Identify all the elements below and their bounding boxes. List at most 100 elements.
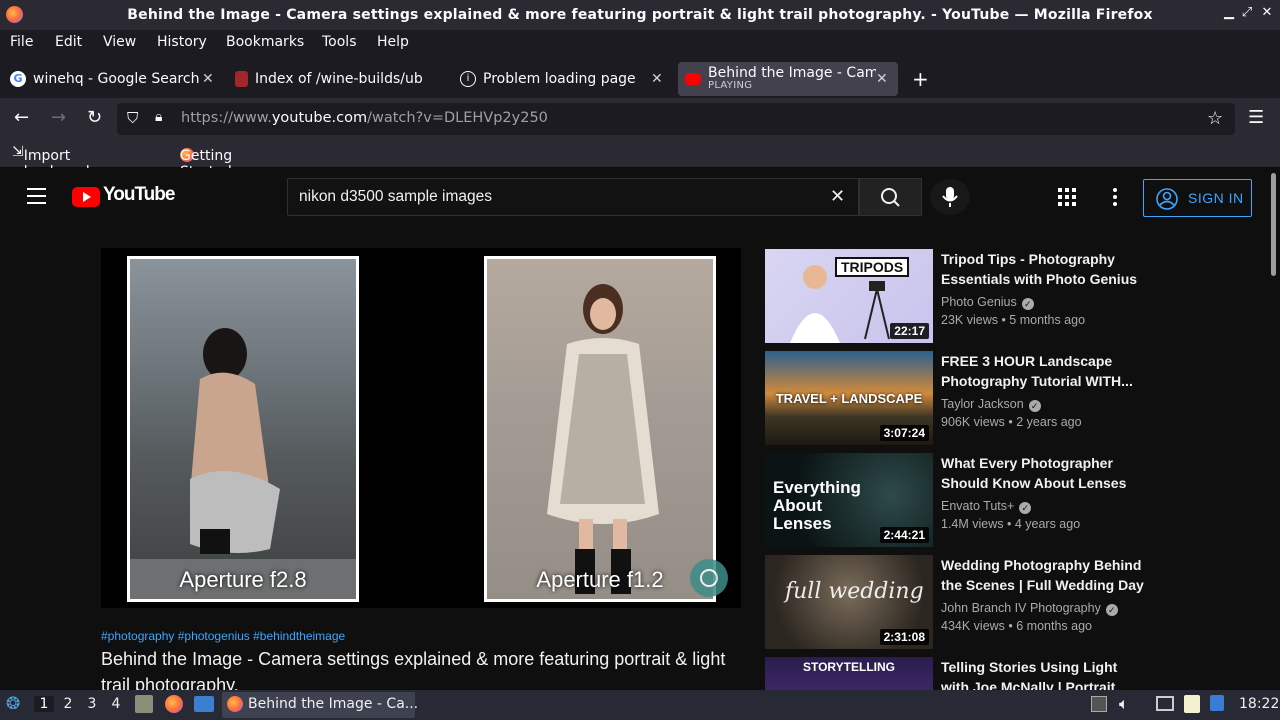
desktop-icon[interactable]: [194, 696, 214, 712]
sign-in-button[interactable]: SIGN IN: [1143, 179, 1252, 217]
workspace-3[interactable]: 3: [82, 696, 102, 712]
video-thumbnail[interactable]: full wedding 2:31:08: [765, 555, 933, 649]
file-manager-icon[interactable]: [135, 695, 153, 713]
more-options-icon[interactable]: [1112, 188, 1118, 206]
menu-help[interactable]: Help: [377, 34, 409, 50]
taskbar-window-label: Behind the Image - Ca...: [248, 696, 419, 712]
menu-file[interactable]: File: [10, 34, 33, 50]
video-duration: 22:17: [890, 323, 929, 339]
tab-wine-builds[interactable]: Index of /wine-builds/ubu: [235, 62, 445, 96]
menu-tools[interactable]: Tools: [322, 34, 357, 50]
bookmark-import[interactable]: ⇲ Import bookmarks...: [12, 144, 115, 180]
shield-icon[interactable]: ⛉: [127, 109, 138, 127]
recommendation-meta: 434K views • 6 months ago: [941, 619, 1092, 633]
recommendation-title[interactable]: Wedding Photography Behind the Scenes | …: [941, 555, 1145, 595]
recommendation-item[interactable]: Everything About Lenses 2:44:21 What Eve…: [765, 453, 1145, 547]
back-icon[interactable]: ←: [14, 107, 29, 128]
tab-problem-loading[interactable]: i Problem loading page ✕: [460, 62, 670, 96]
tab-label: winehq - Google Search: [33, 71, 200, 87]
youtube-logo-icon[interactable]: [72, 187, 100, 207]
workspace-4[interactable]: 4: [106, 696, 126, 712]
minimize-icon[interactable]: ▁: [1219, 5, 1239, 20]
hamburger-menu-icon[interactable]: [27, 188, 46, 204]
photo-right: Aperture f1.2: [484, 256, 716, 602]
workspace-1[interactable]: 1: [34, 696, 54, 712]
verified-icon: ✓: [1021, 298, 1034, 310]
display-icon[interactable]: [1156, 696, 1174, 711]
search-button[interactable]: [859, 178, 922, 216]
restore-icon[interactable]: ⤢: [1237, 5, 1257, 20]
tray-clipboard-icon[interactable]: [1091, 696, 1107, 712]
window-title: Behind the Image - Camera settings expla…: [127, 7, 1153, 23]
video-player[interactable]: Aperture f2.8 Aperture f1.2: [101, 248, 741, 608]
bookmark-star-icon[interactable]: ☆: [1207, 108, 1223, 129]
menu-edit[interactable]: Edit: [55, 34, 82, 50]
video-thumbnail[interactable]: STORYTELLING: [765, 657, 933, 690]
recommendation-item[interactable]: STORYTELLING Telling Stories Using Light…: [765, 657, 1145, 690]
search-input[interactable]: nikon d3500 sample images ✕: [287, 178, 859, 216]
close-tab-icon[interactable]: ✕: [651, 71, 663, 87]
page-scrollbar[interactable]: [1268, 168, 1280, 690]
youtube-icon: [685, 73, 701, 85]
thumbnail-text: full wedding: [785, 579, 924, 604]
search-icon: [881, 188, 900, 207]
recommendation-channel[interactable]: John Branch IV Photography ✓: [941, 601, 1118, 616]
microphone-icon: [942, 187, 958, 207]
video-thumbnail[interactable]: TRIPODS 22:17: [765, 249, 933, 343]
right-photo-caption: Aperture f1.2: [536, 567, 664, 592]
address-bar[interactable]: ⛉ 🔒︎ https://www.youtube.com/watch?v=DLE…: [117, 103, 1235, 135]
url-text: https://www.youtube.com/watch?v=DLEHVp2y…: [181, 110, 548, 126]
video-thumbnail[interactable]: Everything About Lenses 2:44:21: [765, 453, 933, 547]
tab-winehq[interactable]: G winehq - Google Search ✕: [10, 62, 220, 96]
channel-watermark-icon[interactable]: [690, 559, 728, 597]
thumbnail-text: TRAVEL + LANDSCAPE: [775, 391, 923, 406]
taskbar-window-button[interactable]: Behind the Image - Ca...: [222, 692, 419, 718]
close-tab-icon[interactable]: ✕: [876, 71, 888, 87]
recommendation-item[interactable]: TRAVEL + LANDSCAPE 3:07:24 FREE 3 HOUR L…: [765, 351, 1145, 445]
portrait-sitting-image: [130, 328, 356, 599]
recommendation-title[interactable]: Telling Stories Using Light with Joe McN…: [941, 657, 1145, 690]
forward-icon[interactable]: →: [51, 107, 66, 128]
video-duration: 3:07:24: [879, 425, 929, 441]
menu-bar: File Edit View History Bookmarks Tools H…: [0, 30, 1280, 60]
menu-history[interactable]: History: [157, 34, 207, 50]
firefox-launcher-icon[interactable]: [165, 695, 183, 713]
menu-view[interactable]: View: [103, 34, 136, 50]
recommendation-channel[interactable]: Taylor Jackson ✓: [941, 397, 1041, 412]
video-thumbnail[interactable]: TRAVEL + LANDSCAPE 3:07:24: [765, 351, 933, 445]
recommendation-channel[interactable]: Envato Tuts+ ✓: [941, 499, 1032, 514]
tab-label: Problem loading page: [483, 71, 636, 87]
app-menu-icon[interactable]: ☰: [1248, 107, 1264, 128]
google-icon: G: [10, 71, 26, 87]
tab-youtube-active[interactable]: Behind the Image - Came PLAYING ✕: [678, 62, 898, 96]
scrollbar-thumb[interactable]: [1271, 173, 1276, 276]
close-window-icon[interactable]: ✕: [1257, 5, 1277, 20]
workspace-2[interactable]: 2: [58, 696, 78, 712]
wine-icon: [235, 71, 248, 87]
recommendation-item[interactable]: TRIPODS 22:17 Tripod Tips - Photography …: [765, 249, 1145, 343]
start-menu-icon[interactable]: ❂: [6, 694, 20, 714]
search-input-value: nikon d3500 sample images: [299, 188, 493, 205]
notes-icon[interactable]: [1184, 695, 1200, 713]
recommendation-meta: 906K views • 2 years ago: [941, 415, 1082, 429]
network-icon[interactable]: [1210, 695, 1224, 711]
youtube-logo-text[interactable]: YouTube: [103, 184, 175, 206]
voice-search-button[interactable]: [930, 179, 970, 215]
recommendation-channel[interactable]: Photo Genius ✓: [941, 295, 1034, 310]
apps-grid-icon[interactable]: [1058, 188, 1076, 206]
tab-playing-label: PLAYING: [708, 80, 753, 92]
recommendation-title[interactable]: FREE 3 HOUR Landscape Photography Tutori…: [941, 351, 1145, 391]
recommendation-meta: 1.4M views • 4 years ago: [941, 517, 1081, 531]
video-hashtags[interactable]: #photography #photogenius #behindtheimag…: [101, 629, 345, 643]
menu-bookmarks[interactable]: Bookmarks: [226, 34, 304, 50]
clear-search-icon[interactable]: ✕: [830, 186, 845, 207]
volume-icon[interactable]: 🔈︎: [1119, 694, 1129, 714]
recommendation-title[interactable]: What Every Photographer Should Know Abou…: [941, 453, 1145, 493]
recommendation-item[interactable]: full wedding 2:31:08 Wedding Photography…: [765, 555, 1145, 649]
recommendation-title[interactable]: Tripod Tips - Photography Essentials wit…: [941, 249, 1145, 289]
account-icon: [1156, 188, 1178, 210]
new-tab-button[interactable]: +: [912, 62, 929, 96]
reload-icon[interactable]: ↻: [87, 107, 102, 128]
close-tab-icon[interactable]: ✕: [202, 71, 214, 87]
lock-icon[interactable]: 🔒︎: [155, 109, 162, 125]
